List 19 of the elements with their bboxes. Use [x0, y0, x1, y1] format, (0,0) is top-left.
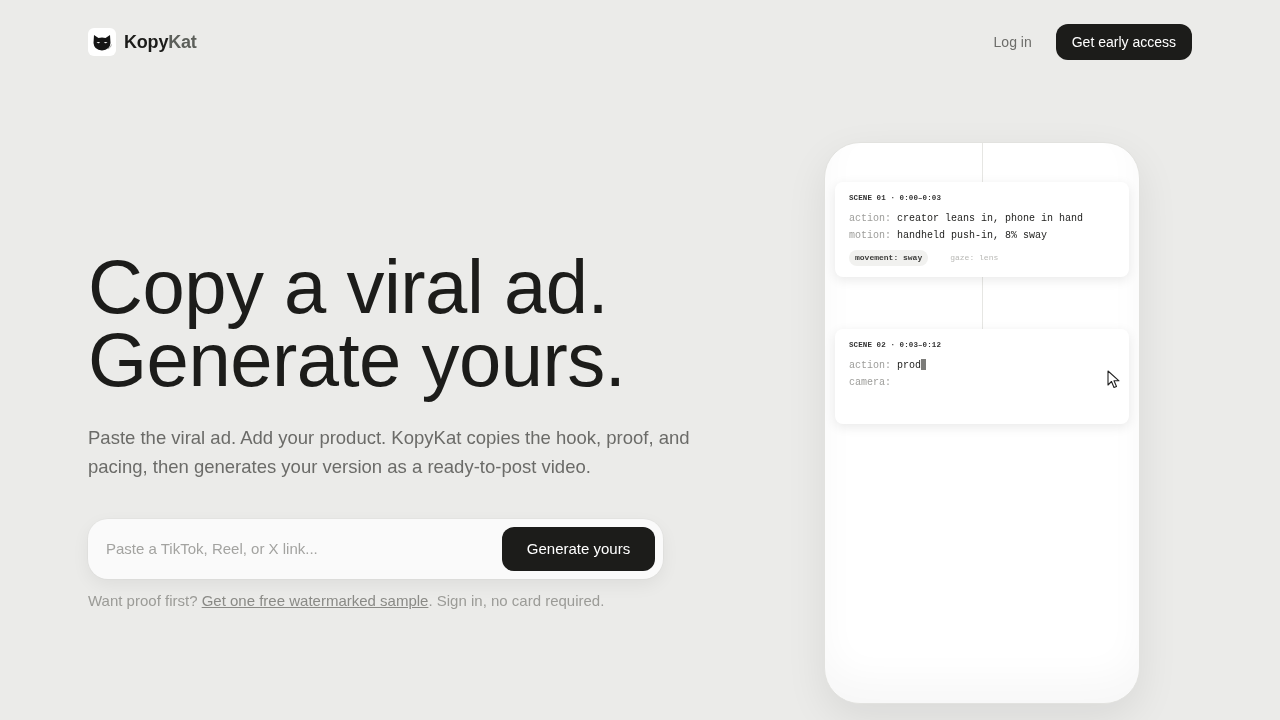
- brand-name: KopyKat: [124, 30, 197, 54]
- field-label: action:: [849, 360, 891, 371]
- tag: movement: sway: [849, 250, 929, 266]
- field-value: prod: [897, 360, 922, 371]
- note-text: Want proof first? Get one free watermarked sample. Sign in, no card required.: [88, 591, 606, 611]
- cat-logo-icon: [88, 28, 116, 56]
- field-label: camera:: [849, 377, 891, 388]
- tag: gaze: lens: [944, 250, 1005, 266]
- field-value: creator leans in, phone in hand: [897, 213, 1084, 224]
- mouse-pointer-icon: [1107, 370, 1121, 389]
- hero-heading: Copy a viral ad. Generate yours.: [88, 250, 626, 404]
- field-label: motion:: [849, 230, 891, 241]
- generate-button[interactable]: Generate yours: [502, 527, 655, 571]
- field-value: handheld push-in, 8% sway: [897, 230, 1048, 241]
- early-access-button[interactable]: Get early access: [1055, 24, 1192, 60]
- link-input-field[interactable]: Paste a TikTok, Reel, or X link... Generate yours: [88, 519, 663, 579]
- field-label: action:: [849, 213, 891, 224]
- hero-description: Paste the viral ad. Add your product. KopyKat copies the hook, proof, and pacing, then generates your version as a ready-to-post video.: [88, 426, 691, 479]
- login-link[interactable]: Log in: [993, 31, 1032, 53]
